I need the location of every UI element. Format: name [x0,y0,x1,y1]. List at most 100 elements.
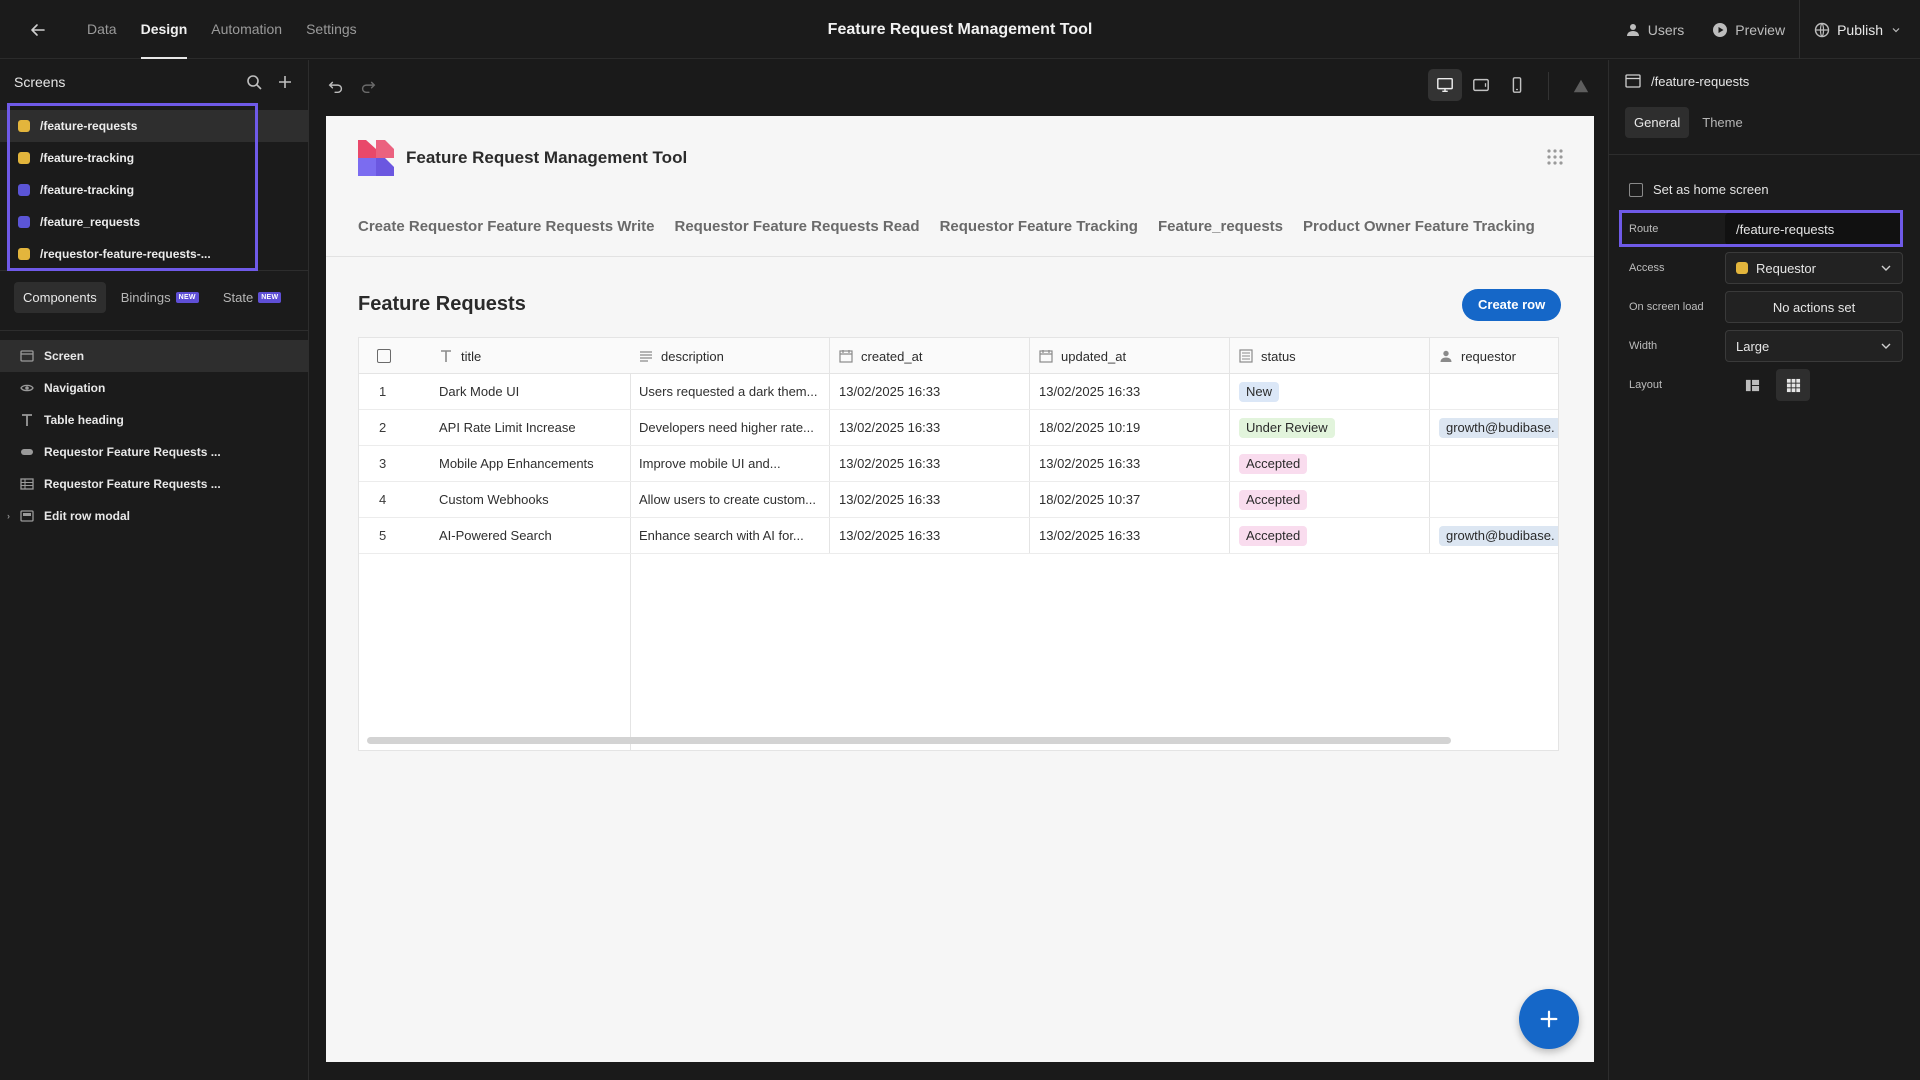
onload-actions-button[interactable]: No actions set [1725,291,1903,323]
cell-description[interactable]: Enhance search with AI for... [639,518,824,554]
column-header-created-at[interactable]: created_at [839,338,922,374]
cell-updated-at[interactable]: 13/02/2025 16:33 [1039,446,1140,482]
tab-design[interactable]: Design [129,0,200,59]
column-header-requestor[interactable]: requestor [1439,338,1516,374]
undo-icon[interactable] [324,74,348,98]
cell-title[interactable]: Mobile App Enhancements [439,446,624,482]
chevron-down-icon[interactable] [1890,24,1902,36]
layout-sidebar-icon[interactable] [1735,369,1769,401]
onload-label: On screen load [1629,301,1704,313]
nav-link[interactable]: Requestor Feature Requests Read [674,218,919,235]
desktop-view-icon[interactable] [1428,69,1462,101]
cell-status[interactable]: Accepted [1239,482,1308,518]
back-arrow-icon[interactable] [28,20,48,40]
table-row[interactable]: 1 Dark Mode UI Users requested a dark th… [359,374,1558,410]
width-value: Large [1736,338,1770,354]
cell-updated-at[interactable]: 18/02/2025 10:37 [1039,482,1140,518]
search-icon[interactable] [244,72,264,92]
requestor-badge: growth@budibase. [1439,418,1558,438]
nav-link[interactable]: Create Requestor Feature Requests Write [358,218,654,235]
cell-updated-at[interactable]: 13/02/2025 16:33 [1039,374,1140,410]
cell-title[interactable]: Custom Webhooks [439,482,624,518]
cell-status[interactable]: New [1239,374,1280,410]
cell-description[interactable]: Allow users to create custom... [639,482,824,518]
column-header-status[interactable]: status [1239,338,1296,374]
tree-item-requestor-table[interactable]: Requestor Feature Requests ... [0,468,309,500]
tab-automation[interactable]: Automation [199,0,294,59]
tab-settings[interactable]: Settings [294,0,369,59]
cell-title[interactable]: AI-Powered Search [439,518,624,554]
column-header-description[interactable]: description [639,338,724,374]
grid-menu-icon[interactable] [1546,148,1564,166]
tab-general[interactable]: General [1625,107,1690,138]
cell-requestor[interactable]: growth@budibase. [1439,518,1558,554]
nav-link[interactable]: Requestor Feature Tracking [940,218,1138,235]
cell-title[interactable]: Dark Mode UI [439,374,624,410]
new-badge: NEW [175,292,199,303]
tree-item-label: Screen [44,349,85,363]
layout-grid-icon[interactable] [1776,369,1810,401]
screen-item[interactable]: /feature-tracking [0,174,309,206]
cell-created-at[interactable]: 13/02/2025 16:33 [839,518,940,554]
tab-data[interactable]: Data [75,0,129,59]
nav-link[interactable]: Feature_requests [1158,218,1283,235]
add-screen-icon[interactable] [275,72,295,92]
access-select[interactable]: Requestor [1725,252,1903,284]
screen-route-title: /feature-requests [1651,73,1750,89]
screen-item[interactable]: /feature-requests [0,110,309,142]
screen-item[interactable]: /feature-tracking [0,142,309,174]
table-row[interactable]: 4 Custom Webhooks Allow users to create … [359,482,1558,518]
horizontal-scrollbar[interactable] [367,737,1451,744]
cell-created-at[interactable]: 13/02/2025 16:33 [839,482,940,518]
options-type-icon [1239,349,1253,363]
cell-status[interactable]: Under Review [1239,410,1335,446]
cell-description[interactable]: Improve mobile UI and... [639,446,824,482]
route-input[interactable]: /feature-requests [1725,213,1903,245]
table-row[interactable]: 5 AI-Powered Search Enhance search with … [359,518,1558,554]
publish-button[interactable]: Publish [1799,0,1920,59]
cell-created-at[interactable]: 13/02/2025 16:33 [839,410,940,446]
width-select[interactable]: Large [1725,330,1903,362]
warning-icon[interactable] [1569,74,1593,98]
cell-updated-at[interactable]: 18/02/2025 10:19 [1039,410,1140,446]
cell-description[interactable]: Developers need higher rate... [639,410,824,446]
top-right-actions: Users Preview Publish [1611,0,1920,59]
cell-description[interactable]: Users requested a dark them... [639,374,824,410]
cell-updated-at[interactable]: 13/02/2025 16:33 [1039,518,1140,554]
screen-item[interactable]: /requestor-feature-requests-... [0,238,309,270]
tree-item-screen[interactable]: Screen [0,340,309,372]
mobile-view-icon[interactable] [1500,69,1534,101]
tab-theme[interactable]: Theme [1693,107,1751,138]
column-header-updated-at[interactable]: updated_at [1039,338,1126,374]
checkbox-box[interactable] [1629,182,1643,197]
cell-status[interactable]: Accepted [1239,446,1308,482]
tab-state[interactable]: State NEW [214,282,291,313]
cell-created-at[interactable]: 13/02/2025 16:33 [839,446,940,482]
column-header-title[interactable]: title [439,338,481,374]
chevron-right-icon[interactable]: › [7,511,10,521]
cell-created-at[interactable]: 13/02/2025 16:33 [839,374,940,410]
tab-components[interactable]: Components [14,282,106,313]
tree-item-navigation[interactable]: Navigation [0,372,309,404]
cell-status[interactable]: Accepted [1239,518,1308,554]
preview-button[interactable]: Preview [1698,0,1799,59]
status-badge: New [1239,382,1280,402]
select-all-checkbox[interactable] [377,349,391,363]
table-row[interactable]: 2 API Rate Limit Increase Developers nee… [359,410,1558,446]
cell-requestor[interactable]: growth@budibase. [1439,410,1558,446]
users-button[interactable]: Users [1611,0,1699,59]
cell-title[interactable]: API Rate Limit Increase [439,410,624,446]
tree-item-requestor-button[interactable]: Requestor Feature Requests ... [0,436,309,468]
redo-icon[interactable] [356,74,380,98]
tab-bindings[interactable]: Bindings NEW [112,282,208,313]
tree-item-table-heading[interactable]: Table heading [0,404,309,436]
table-row[interactable]: 3 Mobile App Enhancements Improve mobile… [359,446,1558,482]
add-fab-button[interactable] [1519,989,1579,1049]
row-number: 3 [379,456,387,471]
home-screen-checkbox[interactable]: Set as home screen [1629,182,1769,197]
screen-item[interactable]: /feature_requests [0,206,309,238]
tree-item-edit-row-modal[interactable]: › Edit row modal [0,500,309,532]
nav-link[interactable]: Product Owner Feature Tracking [1303,218,1535,235]
create-row-button[interactable]: Create row [1462,289,1562,321]
tablet-view-icon[interactable] [1464,69,1498,101]
